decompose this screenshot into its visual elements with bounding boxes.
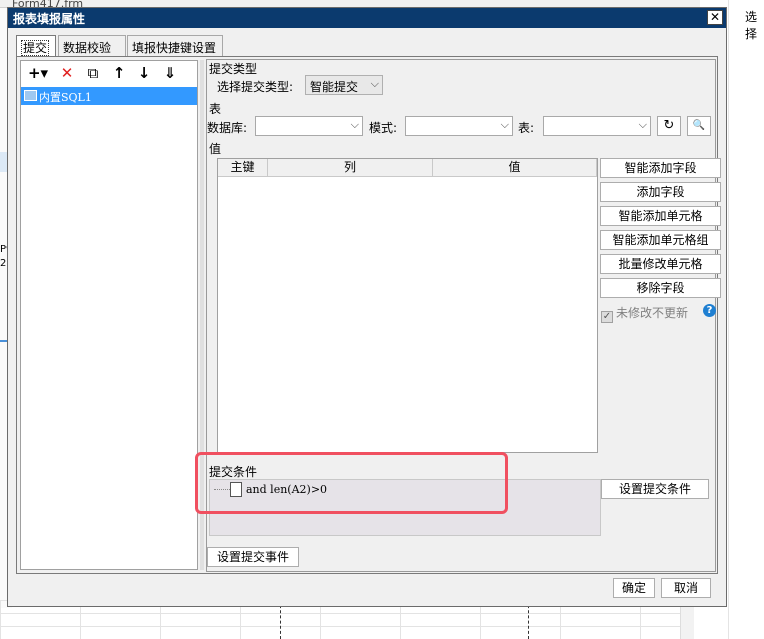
field-mapping-table[interactable]: 主键 列 值 — [217, 158, 598, 453]
refresh-icon: ↻ — [663, 118, 675, 133]
no-update-unmodified-label: 未修改不更新 — [616, 306, 689, 320]
schema-select[interactable]: ⌵ — [405, 116, 513, 136]
smart-add-field-button[interactable]: 智能添加字段 — [600, 158, 721, 178]
database-select[interactable]: ⌵ — [255, 116, 363, 136]
arrow-up-icon: ↑ — [112, 64, 126, 82]
remove-field-button[interactable]: 移除字段 — [600, 278, 721, 298]
tab-label: 数据校验 — [63, 41, 112, 55]
set-submit-condition-button[interactable]: 设置提交条件 — [601, 479, 709, 499]
table-label: 表: — [518, 121, 535, 135]
arrow-down-icon: ↓ — [137, 64, 151, 82]
tab-label: 提交 — [21, 40, 50, 56]
ok-button[interactable]: 确定 — [613, 578, 655, 598]
refresh-button[interactable]: ↻ — [657, 116, 681, 136]
delete-icon: ✕ — [60, 64, 74, 82]
tab-submit[interactable]: 提交 — [16, 35, 56, 58]
table-select[interactable]: ⌵ — [543, 116, 651, 136]
tree-toolbar: +▾ ✕ ⧉ ↑ ↓ ⇓ — [21, 61, 197, 85]
preview-icon: 🔍 — [692, 120, 706, 131]
tab-data-validation[interactable]: 数据校验 — [58, 35, 126, 57]
submit-type-value: 智能提交 — [310, 80, 359, 94]
help-icon[interactable]: ? — [703, 304, 716, 317]
database-label: 数据库: — [207, 121, 248, 135]
delete-button[interactable]: ✕ — [57, 64, 77, 82]
smart-add-cell-button[interactable]: 智能添加单元格 — [600, 206, 721, 226]
dialog-titlebar[interactable]: 报表填报属性 ✕ — [8, 8, 726, 28]
submit-type-section-title: 提交类型 — [209, 62, 258, 76]
chevron-down-icon: ⌵ — [638, 118, 647, 131]
submit-type-select[interactable]: 智能提交 ⌵ — [305, 75, 383, 95]
chevron-down-icon: ⌵ — [500, 118, 509, 131]
no-update-unmodified-checkbox[interactable]: ✓ — [601, 311, 613, 323]
background-right-panel — [728, 0, 764, 639]
submit-type-label: 选择提交类型: — [217, 80, 294, 94]
annotation-highlight-box — [195, 452, 508, 514]
tab-shortcut-settings[interactable]: 填报快捷键设置 — [127, 35, 223, 57]
chevron-down-icon: ⌵ — [370, 77, 379, 90]
schema-label: 模式: — [369, 121, 398, 135]
batch-modify-cells-button[interactable]: 批量修改单元格 — [600, 254, 721, 274]
close-icon: ✕ — [709, 10, 721, 24]
tree-item-sql1[interactable]: 内置SQL1 — [21, 87, 197, 105]
tab-label: 填报快捷键设置 — [132, 41, 217, 55]
move-down-button[interactable]: ↓ — [134, 64, 154, 82]
column-header-column[interactable]: 列 — [268, 159, 433, 177]
preview-table-button[interactable]: 🔍 — [687, 116, 711, 136]
add-field-button[interactable]: 添加字段 — [600, 182, 721, 202]
background-right-label: 选择 — [745, 10, 758, 41]
add-button[interactable]: +▾ — [25, 64, 51, 82]
smart-add-cell-group-button[interactable]: 智能添加单元格组 — [600, 230, 721, 250]
copy-icon: ⧉ — [87, 64, 99, 82]
cancel-button[interactable]: 取消 — [661, 578, 711, 598]
chevron-down-icon: ⌵ — [350, 118, 359, 131]
table-section-title: 表 — [209, 102, 222, 116]
column-header-primary-key[interactable]: 主键 — [218, 159, 268, 177]
report-fill-properties-dialog: 报表填报属性 ✕ 提交 数据校验 填报快捷键设置 +▾ ✕ ⧉ ↑ ↓ ⇓ 内置… — [7, 7, 727, 607]
copy-button[interactable]: ⧉ — [83, 64, 103, 82]
values-section-title: 值 — [209, 142, 222, 156]
move-up-button[interactable]: ↑ — [109, 64, 129, 82]
no-update-unmodified-option[interactable]: ✓ 未修改不更新 — [601, 304, 688, 323]
column-header-value[interactable]: 值 — [433, 159, 597, 177]
add-icon: +▾ — [27, 64, 49, 82]
close-button[interactable]: ✕ — [707, 10, 723, 25]
move-bottom-button[interactable]: ⇓ — [160, 64, 180, 82]
tree-item-label: 内置SQL1 — [39, 91, 92, 104]
sql-dataset-icon — [24, 90, 37, 101]
set-submit-event-button[interactable]: 设置提交事件 — [207, 547, 299, 567]
move-bottom-icon: ⇓ — [163, 64, 177, 82]
dialog-title: 报表填报属性 — [13, 12, 86, 26]
sql-tree-pane: +▾ ✕ ⧉ ↑ ↓ ⇓ 内置SQL1 — [20, 60, 198, 570]
